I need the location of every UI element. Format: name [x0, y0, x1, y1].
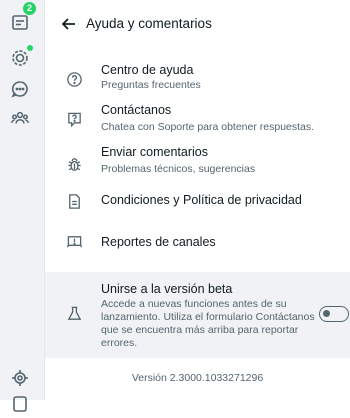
channel-reports-item[interactable]: Reportes de canales	[45, 230, 350, 256]
status-icon	[12, 50, 28, 66]
unread-badge: 2	[23, 2, 36, 15]
panel-header: Ayuda y comentarios	[45, 0, 350, 48]
page-title: Ayuda y comentarios	[86, 16, 212, 31]
item-title: Enviar comentarios	[101, 145, 208, 159]
document-icon	[65, 192, 83, 210]
help-panel: Ayuda y comentarios Centro de ayuda Preg…	[45, 0, 350, 400]
arrow-left-icon	[61, 18, 75, 30]
item-title: Contáctanos	[101, 103, 172, 117]
contact-question-icon	[65, 110, 83, 128]
send-feedback-item[interactable]: Enviar comentarios Problemas técnicos, s…	[45, 144, 350, 182]
back-button[interactable]	[59, 14, 79, 34]
version-label: Versión 2.3000.1033271296	[131, 372, 264, 384]
communities-icon	[11, 111, 29, 124]
bug-icon	[65, 155, 83, 173]
chats-button[interactable]: 2	[6, 2, 36, 36]
beta-title: Unirse a la versión beta	[101, 282, 233, 296]
help-center-item[interactable]: Centro de ayuda Preguntas frecuentes	[45, 60, 350, 98]
terms-privacy-item[interactable]: Condiciones y Política de privacidad	[45, 188, 350, 214]
contact-us-item[interactable]: Contáctanos Chatea con Soporte para obte…	[45, 102, 350, 140]
status-button[interactable]	[6, 44, 34, 72]
navigation-rail: 2	[0, 0, 45, 412]
communities-button[interactable]	[6, 104, 34, 132]
help-circle-icon	[65, 70, 83, 88]
beta-description: Accede a nuevas funciones antes de su la…	[101, 298, 315, 349]
item-title: Reportes de canales	[101, 235, 216, 249]
channels-button[interactable]	[6, 75, 34, 103]
settings-icon	[12, 370, 28, 386]
chats-icon	[12, 15, 28, 30]
toggle-knob	[323, 310, 330, 317]
item-subtitle: Problemas técnicos, sugerencias	[101, 163, 256, 175]
settings-button[interactable]	[6, 364, 34, 392]
channels-icon	[11, 81, 28, 98]
beta-toggle[interactable]	[319, 306, 349, 322]
item-subtitle: Preguntas frecuentes	[101, 79, 201, 91]
profile-icon	[13, 396, 27, 412]
item-subtitle: Chatea con Soporte para obtener respuest…	[101, 121, 315, 133]
beta-section[interactable]: Unirse a la versión beta Accede a nuevas…	[45, 272, 350, 358]
item-title: Centro de ayuda	[101, 63, 194, 77]
flask-icon	[65, 304, 83, 322]
report-channel-icon	[65, 232, 83, 250]
item-title: Condiciones y Política de privacidad	[101, 193, 302, 207]
profile-button[interactable]	[6, 390, 34, 418]
status-dot	[27, 45, 33, 51]
